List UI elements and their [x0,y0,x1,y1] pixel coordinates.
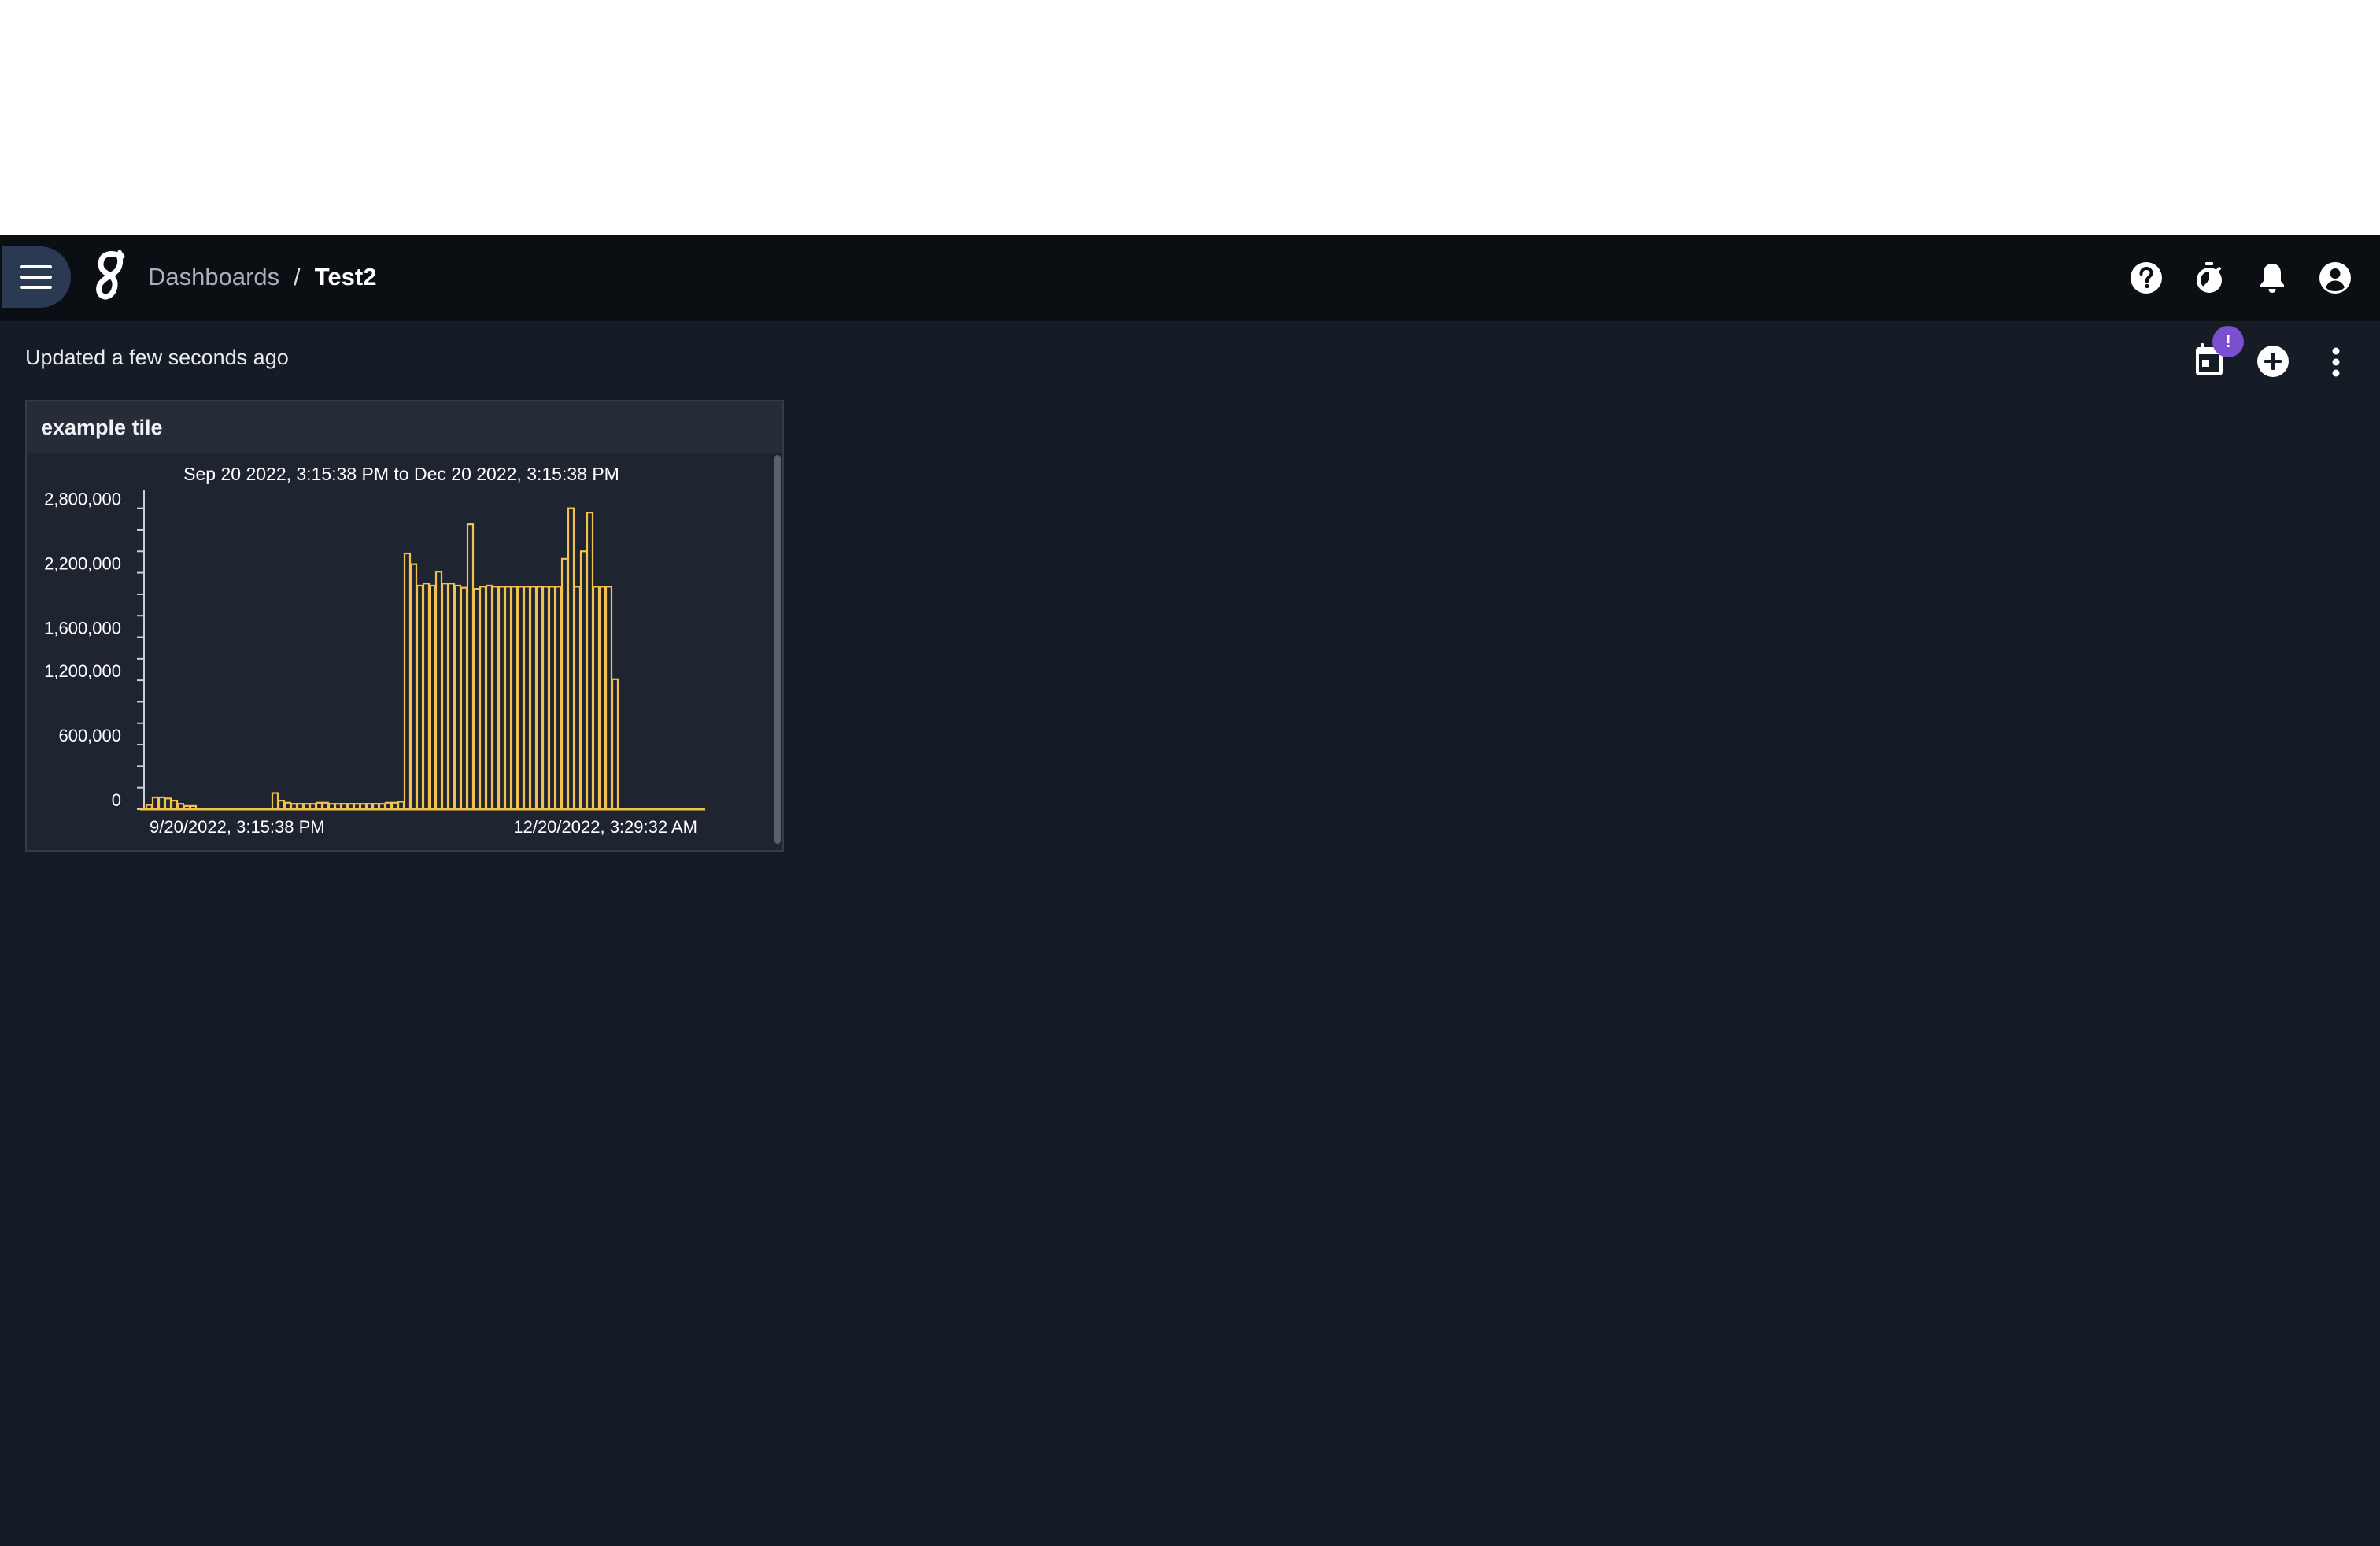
top-navbar: Dashboards / Test2 [0,235,2380,321]
plus-circle-icon[interactable] [2256,344,2290,379]
chart-bar[interactable] [611,678,619,811]
y-tick-label: 1,600,000 [44,619,121,638]
chart-bars [140,507,705,811]
tile-scrollbar-thumb[interactable] [774,455,781,844]
blank-top-region [0,0,2380,235]
chart-bar[interactable] [409,563,418,811]
chart-bar[interactable] [157,796,166,811]
chart-bar[interactable] [560,557,569,811]
y-tick-label: 600,000 [58,726,121,745]
chart-bar[interactable] [277,799,286,811]
app-logo[interactable] [91,249,129,305]
breadcrumb-current-page: Test2 [314,263,377,290]
chart-bar[interactable] [428,584,437,811]
chart-bar[interactable] [151,796,160,811]
chart-bar[interactable] [548,586,556,811]
chart-bar[interactable] [579,550,588,811]
chart-bar[interactable] [434,571,443,811]
chart-bar[interactable] [271,792,279,811]
chart-bar[interactable] [554,586,563,811]
chart-bar[interactable] [416,584,424,811]
y-tick-label: 2,800,000 [44,490,121,509]
chart-bar[interactable] [472,587,481,811]
dashboard-tile[interactable]: example tile Sep 20 2022, 3:15:38 PM to … [25,400,784,852]
chart-bar[interactable] [523,586,531,811]
y-axis: 2,800,000 2,200,000 1,600,000 1,200,000 600,… [44,490,145,810]
schedule-alert-badge: ! [2212,326,2244,357]
chart-bar[interactable] [567,507,575,811]
breadcrumb-dashboards-link[interactable]: Dashboards [148,263,279,291]
y-tick-label: 0 [112,790,121,810]
x-tick-label: 9/20/2022, 3:15:38 PM [150,817,325,837]
chart-bar[interactable] [466,523,475,811]
x-tick-label: 12/20/2022, 3:29:32 AM [513,817,697,837]
breadcrumb: Dashboards / Test2 [148,260,376,294]
hamburger-icon [20,265,52,289]
chart-bar[interactable] [516,586,525,811]
stopwatch-icon[interactable] [2191,260,2227,296]
chart-bar[interactable] [592,586,601,811]
chart-bar[interactable] [491,586,500,811]
more-vertical-icon[interactable] [2325,346,2347,378]
chart-bar[interactable] [586,512,594,811]
chart-bar[interactable] [447,583,456,811]
bar-chart: Sep 20 2022, 3:15:38 PM to Dec 20 2022, … [44,464,705,837]
chart-bar[interactable] [164,797,172,811]
chart-bar[interactable] [598,586,607,811]
chart-bar[interactable] [453,584,462,811]
chart-bar[interactable] [504,586,512,811]
account-circle-icon[interactable] [2317,260,2353,296]
chart-bar[interactable] [573,586,582,811]
last-updated-text: Updated a few seconds ago [25,346,289,369]
chart-bar[interactable] [422,583,431,811]
chart-bar[interactable] [479,586,487,811]
chart-bar[interactable] [541,586,550,811]
chart-bar[interactable] [403,552,412,811]
chart-bar[interactable] [485,584,493,811]
question-circle-icon[interactable] [2128,260,2164,296]
y-tick-label: 1,200,000 [44,661,121,681]
chart-bar[interactable] [170,799,179,811]
chart-bar[interactable] [497,586,506,811]
menu-button[interactable] [2,246,71,308]
chart-bar[interactable] [604,586,613,811]
chart-bar[interactable] [510,586,519,811]
x-axis: 9/20/2022, 3:15:38 PM 12/20/2022, 3:29:32… [150,817,697,837]
tile-title: example tile [41,415,163,439]
tile-header[interactable]: example tile [27,401,782,453]
y-tick-label: 2,200,000 [44,554,121,574]
tile-scrollbar[interactable] [773,453,782,850]
breadcrumb-separator: / [294,263,301,290]
app-shell: Dashboards / Test2 Updated a few seconds… [0,235,2380,1546]
chart-bar[interactable] [535,586,544,811]
chart-bar[interactable] [460,586,468,811]
chart-title: Sep 20 2022, 3:15:38 PM to Dec 20 2022, … [183,464,619,484]
bell-icon[interactable] [2254,260,2290,296]
chart-bar[interactable] [441,583,449,811]
chart-bar[interactable] [529,586,538,811]
